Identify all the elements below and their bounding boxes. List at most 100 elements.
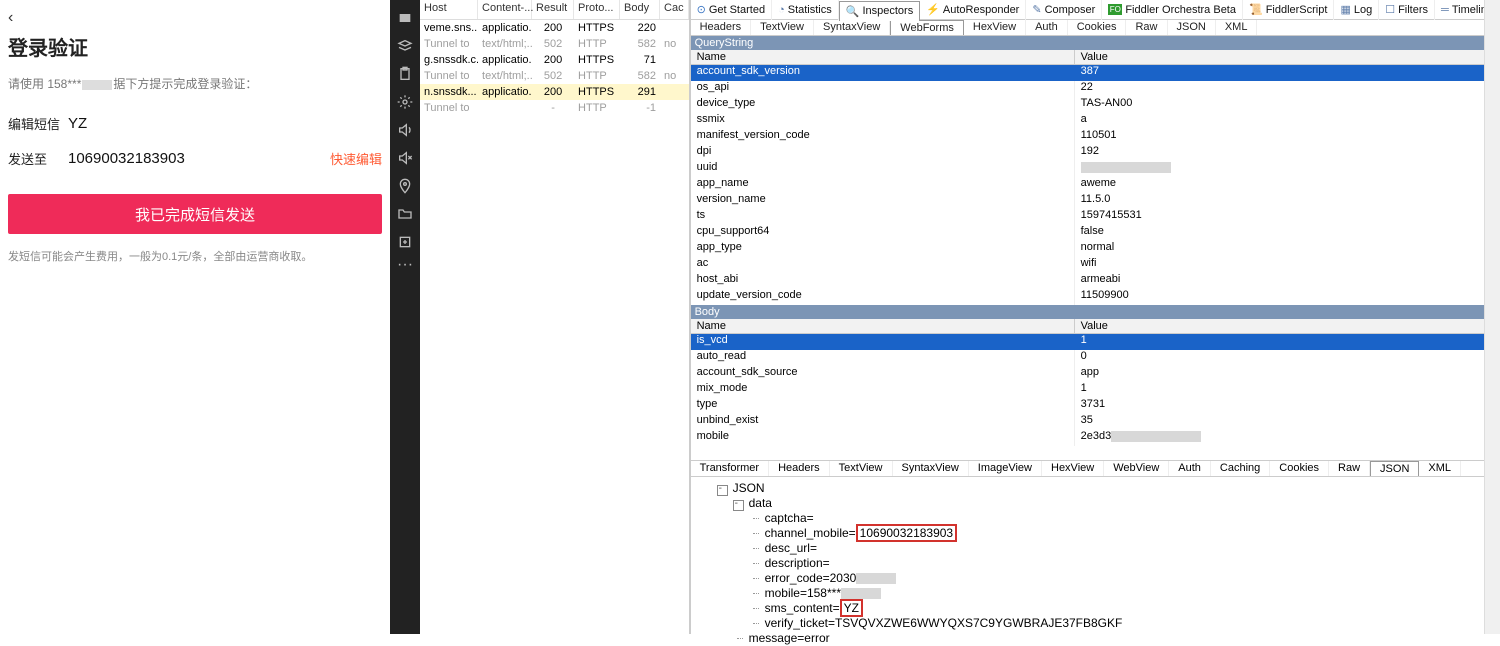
kv-row[interactable]: account_sdk_sourceapp: [691, 366, 1500, 382]
kv-row[interactable]: mobile2e3d3: [691, 430, 1500, 446]
req-tab-webforms[interactable]: WebForms: [890, 20, 964, 35]
kv-row[interactable]: app_nameaweme: [691, 177, 1500, 193]
layers-icon[interactable]: [390, 32, 420, 60]
tab-inspectors[interactable]: 🔍Inspectors: [839, 1, 920, 21]
kv-row[interactable]: acwifi: [691, 257, 1500, 273]
resp-tab-raw[interactable]: Raw: [1329, 461, 1370, 476]
export-icon[interactable]: [390, 228, 420, 256]
inspector-top-tabs: ⊙Get Started◔Statistics🔍Inspectors⚡AutoR…: [691, 0, 1500, 20]
quick-edit-link[interactable]: 快速编辑: [330, 149, 382, 168]
col-content[interactable]: Content-...: [478, 0, 532, 19]
kv-row[interactable]: version_name11.5.0: [691, 193, 1500, 209]
resp-tab-json[interactable]: JSON: [1370, 461, 1419, 476]
folder-icon[interactable]: [390, 200, 420, 228]
resp-tab-cookies[interactable]: Cookies: [1270, 461, 1329, 476]
kv-row[interactable]: ssmixa: [691, 113, 1500, 129]
req-tab-syntaxview[interactable]: SyntaxView: [814, 20, 890, 35]
resp-tab-xml[interactable]: XML: [1419, 461, 1461, 476]
body-col-value[interactable]: Value: [1075, 319, 1500, 333]
confirm-sent-button[interactable]: 我已完成短信发送: [8, 194, 382, 234]
resp-tab-imageview[interactable]: ImageView: [969, 461, 1042, 476]
kv-row[interactable]: unbind_exist35: [691, 414, 1500, 430]
tab-fiddlerscript[interactable]: 📜FiddlerScript: [1243, 0, 1334, 20]
kv-row[interactable]: is_vcd1: [691, 334, 1500, 350]
response-tabs: TransformerHeadersTextViewSyntaxViewImag…: [691, 460, 1500, 477]
kv-row[interactable]: mix_mode1: [691, 382, 1500, 398]
kv-row[interactable]: device_typeTAS-AN00: [691, 97, 1500, 113]
qs-col-value[interactable]: Value: [1075, 50, 1500, 64]
kv-row[interactable]: os_api22: [691, 81, 1500, 97]
kv-row[interactable]: cpu_support64false: [691, 225, 1500, 241]
req-tab-headers[interactable]: Headers: [691, 20, 752, 35]
session-row[interactable]: Tunnel to-HTTP-1: [420, 100, 689, 116]
inspectors-pane: ⊙Get Started◔Statistics🔍Inspectors⚡AutoR…: [690, 0, 1500, 634]
json-leaf[interactable]: message=error: [733, 631, 1494, 646]
tab-filters[interactable]: ☐Filters: [1379, 0, 1435, 20]
resp-tab-transformer[interactable]: Transformer: [691, 461, 770, 476]
kv-row[interactable]: type3731: [691, 398, 1500, 414]
resp-tab-headers[interactable]: Headers: [769, 461, 830, 476]
resp-tab-textview[interactable]: TextView: [830, 461, 893, 476]
kv-row[interactable]: account_sdk_version387: [691, 65, 1500, 81]
req-tab-textview[interactable]: TextView: [751, 20, 814, 35]
box-icon[interactable]: [390, 4, 420, 32]
json-leaf[interactable]: channel_mobile=10690032183903: [749, 526, 1494, 541]
resp-tab-webview[interactable]: WebView: [1104, 461, 1169, 476]
col-host[interactable]: Host: [420, 0, 478, 19]
mute-icon[interactable]: [390, 144, 420, 172]
masked-phone-icon: [82, 80, 112, 90]
location-icon[interactable]: [390, 172, 420, 200]
req-tab-cookies[interactable]: Cookies: [1068, 20, 1127, 35]
json-tree[interactable]: JSON data captcha=channel_mobile=1069003…: [691, 477, 1500, 646]
resp-tab-syntaxview[interactable]: SyntaxView: [893, 461, 969, 476]
more-icon[interactable]: ···: [390, 256, 420, 274]
sound-icon[interactable]: [390, 116, 420, 144]
tab-get-started[interactable]: ⊙Get Started: [691, 0, 772, 20]
tab-composer[interactable]: ✎Composer: [1026, 0, 1102, 20]
tab-fiddler-orchestra-beta[interactable]: FOFiddler Orchestra Beta: [1102, 0, 1243, 20]
session-row[interactable]: veme.sns...applicatio...200HTTPS220: [420, 20, 689, 36]
clipboard-icon[interactable]: [390, 60, 420, 88]
kv-row[interactable]: host_abiarmeabi: [691, 273, 1500, 289]
session-row[interactable]: n.snssdk...applicatio...200HTTPS291: [420, 84, 689, 100]
kv-row[interactable]: update_version_code11509900: [691, 289, 1500, 305]
col-protocol[interactable]: Proto...: [574, 0, 620, 19]
json-root[interactable]: JSON data captcha=channel_mobile=1069003…: [717, 481, 1494, 646]
session-row[interactable]: Tunnel totext/html;...502HTTP582no: [420, 68, 689, 84]
back-icon[interactable]: ‹: [8, 10, 382, 26]
req-tab-hexview[interactable]: HexView: [964, 20, 1026, 35]
col-result[interactable]: Result: [532, 0, 574, 19]
json-leaf[interactable]: sms_content=YZ: [749, 601, 1494, 616]
session-row[interactable]: Tunnel totext/html;...502HTTP582no: [420, 36, 689, 52]
tab-log[interactable]: ▦Log: [1334, 0, 1379, 20]
resp-tab-auth[interactable]: Auth: [1169, 461, 1211, 476]
body-col-name[interactable]: Name: [691, 319, 1075, 333]
json-leaf[interactable]: description=: [749, 556, 1494, 571]
json-leaf[interactable]: desc_url=: [749, 541, 1494, 556]
send-to-value: 10690032183903: [68, 150, 330, 167]
kv-row[interactable]: auto_read0: [691, 350, 1500, 366]
json-leaf[interactable]: error_code=2030: [749, 571, 1494, 586]
resp-tab-caching[interactable]: Caching: [1211, 461, 1270, 476]
resp-tab-hexview[interactable]: HexView: [1042, 461, 1104, 476]
tab-statistics[interactable]: ◔Statistics: [772, 0, 839, 20]
gear-icon[interactable]: [390, 88, 420, 116]
req-tab-raw[interactable]: Raw: [1126, 20, 1167, 35]
qs-col-name[interactable]: Name: [691, 50, 1075, 64]
req-tab-xml[interactable]: XML: [1216, 20, 1258, 35]
scrollbar[interactable]: [1484, 0, 1500, 634]
session-row[interactable]: g.snssdk.c...applicatio...200HTTPS71: [420, 52, 689, 68]
json-data-node[interactable]: data captcha=channel_mobile=106900321839…: [733, 496, 1494, 631]
kv-row[interactable]: dpi192: [691, 145, 1500, 161]
kv-row[interactable]: uuid: [691, 161, 1500, 177]
col-cache[interactable]: Cac: [660, 0, 689, 19]
sms-content-label: 编辑短信: [8, 114, 68, 133]
json-leaf[interactable]: verify_ticket=TSVQVXZWE6WWYQXS7C9YGWBRAJ…: [749, 616, 1494, 631]
col-body[interactable]: Body: [620, 0, 660, 19]
kv-row[interactable]: app_typenormal: [691, 241, 1500, 257]
req-tab-json[interactable]: JSON: [1168, 20, 1216, 35]
kv-row[interactable]: manifest_version_code110501: [691, 129, 1500, 145]
req-tab-auth[interactable]: Auth: [1026, 20, 1068, 35]
tab-autoresponder[interactable]: ⚡AutoResponder: [920, 0, 1026, 20]
kv-row[interactable]: ts1597415531: [691, 209, 1500, 225]
